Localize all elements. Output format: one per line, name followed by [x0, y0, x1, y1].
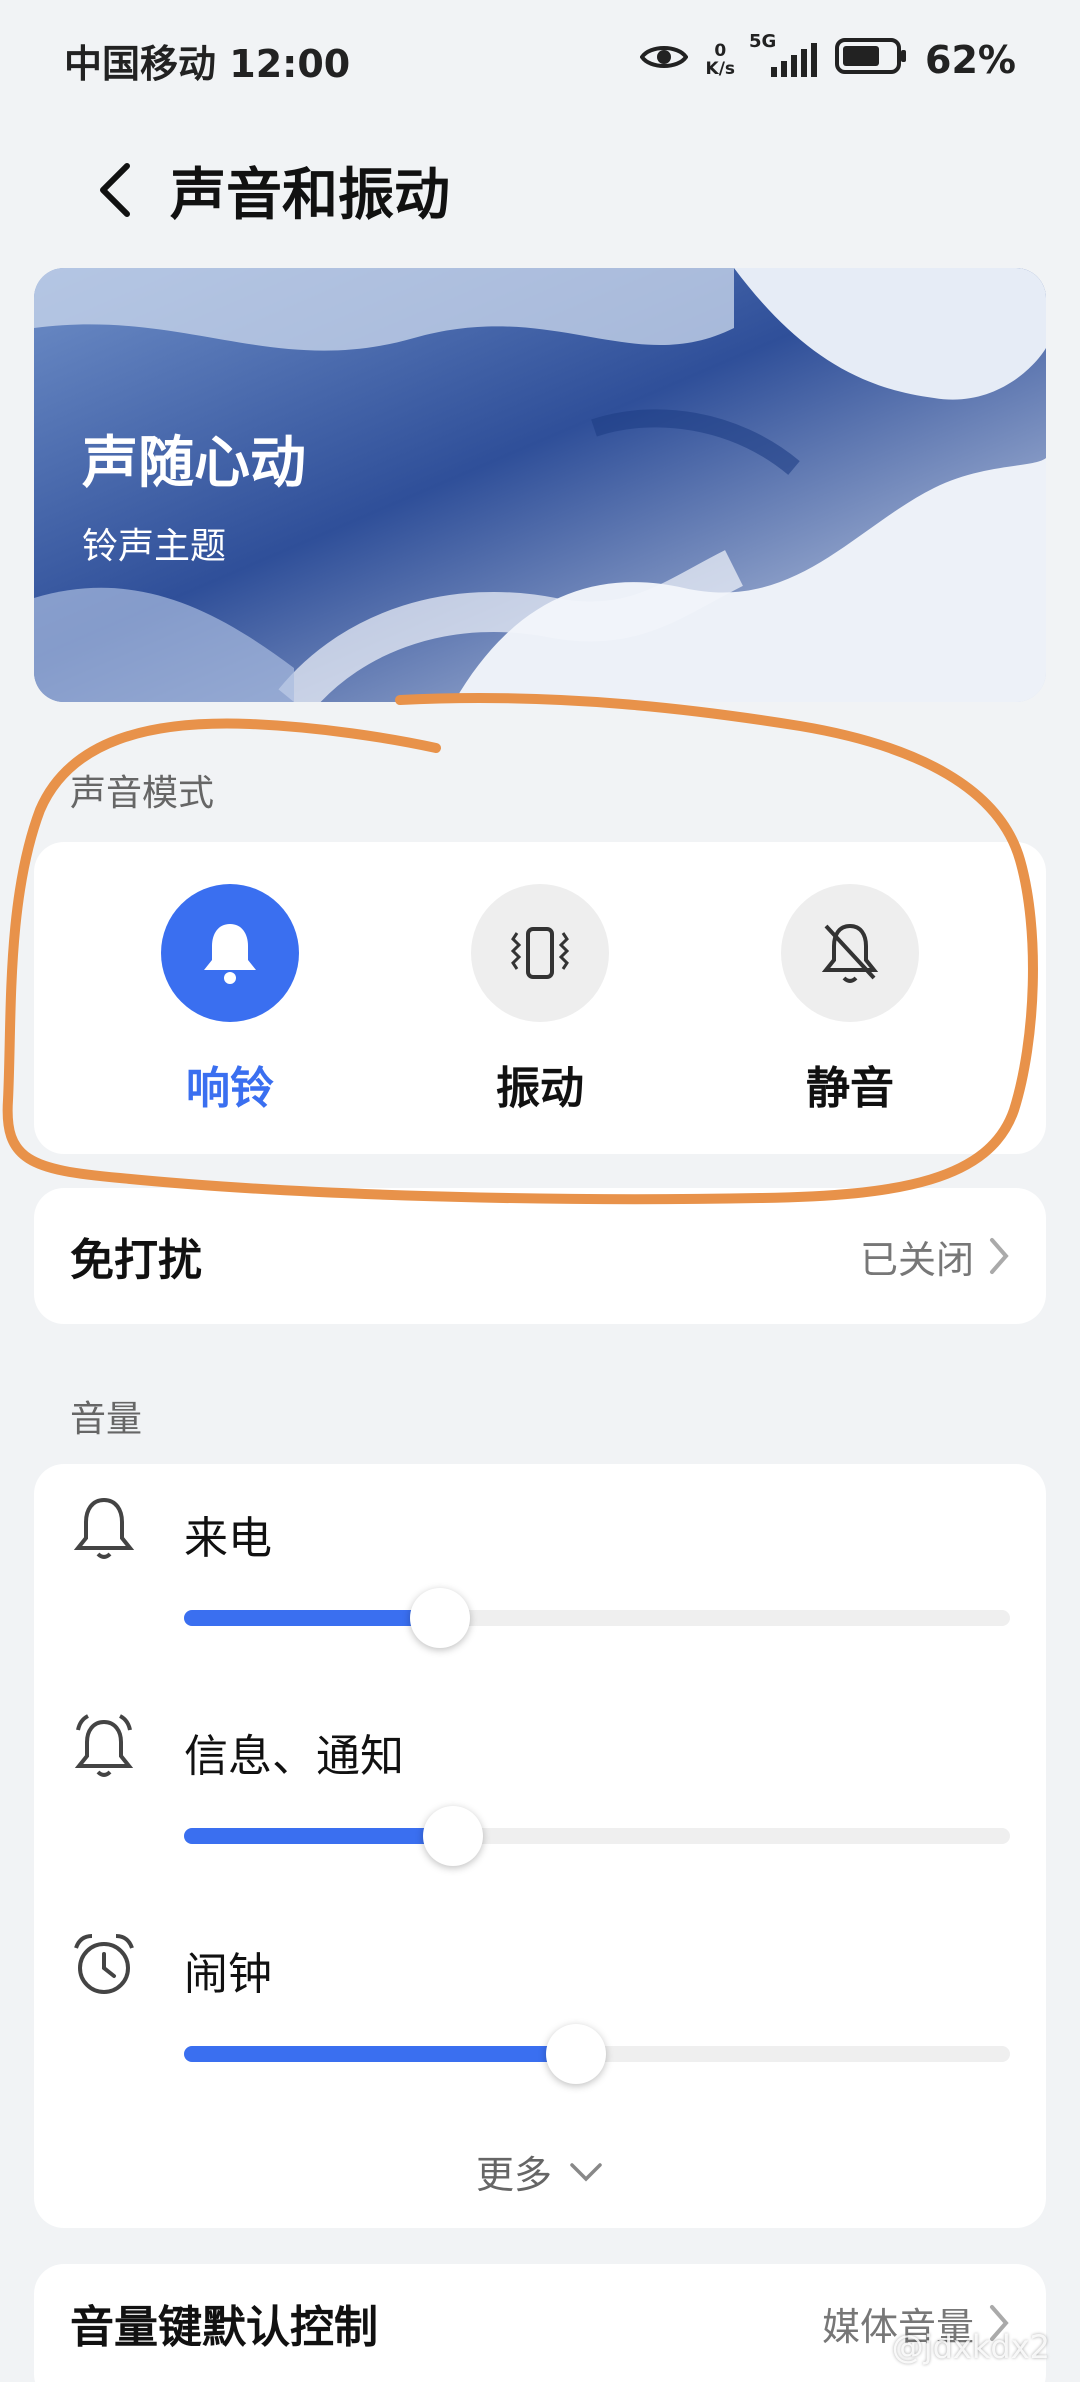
- ringtone-theme-banner[interactable]: 声随心动 铃声主题: [34, 268, 1046, 702]
- chevron-down-icon: [570, 2162, 602, 2181]
- slider-fill: [184, 1828, 454, 1844]
- mode-ring-circle: [161, 884, 299, 1022]
- mode-silent[interactable]: 静音: [740, 884, 960, 1116]
- slider-thumb[interactable]: [410, 1588, 471, 1648]
- mode-silent-label: 静音: [806, 1063, 894, 1114]
- more-label: 更多: [475, 2153, 552, 2197]
- volume-label: 信息、通知: [184, 1731, 404, 1782]
- back-button[interactable]: [60, 140, 170, 240]
- network-speed-value: 0: [714, 41, 727, 61]
- volume-card: 来电 信息、通知 闹钟 更多: [34, 1464, 1046, 2228]
- slider-thumb[interactable]: [423, 1806, 484, 1866]
- volume-slider-ringtone[interactable]: [184, 1588, 1010, 1648]
- watermark: @jdxkdx2: [891, 2328, 1050, 2366]
- volume-label: 闹钟: [184, 1949, 272, 2000]
- bell-ringing-icon: [74, 1714, 134, 1777]
- status-bar: 中国移动 12:00 0 K/s 5G 62%: [0, 0, 1080, 120]
- volume-slider-alarm[interactable]: [184, 2024, 1010, 2084]
- mode-ring[interactable]: 响铃: [120, 884, 340, 1116]
- banner-subtitle: 铃声主题: [82, 526, 227, 567]
- volume-row-alarm: 闹钟: [34, 1900, 1046, 2100]
- mode-silent-circle: [781, 884, 919, 1022]
- sound-mode-card: 响铃 振动 静音: [34, 842, 1046, 1154]
- network-speed-unit: K/s: [705, 59, 736, 79]
- clock: 12:00: [229, 41, 351, 86]
- alarm-clock-icon: [74, 1934, 134, 1994]
- title-bar: 声音和振动: [0, 140, 1080, 240]
- dnd-value: 已关闭: [859, 1237, 974, 1282]
- volume-row-ringtone: 来电: [34, 1464, 1046, 1664]
- banner-text: 声随心动 铃声主题: [82, 418, 306, 569]
- bell-outline-icon: [73, 1497, 135, 1559]
- battery-icon: [835, 37, 907, 84]
- slider-fill: [184, 1610, 441, 1626]
- volume-section-label: 音量: [70, 1399, 143, 1440]
- volume-slider-notification[interactable]: [184, 1806, 1010, 1866]
- dnd-row[interactable]: 免打扰 已关闭: [34, 1188, 1046, 1324]
- sound-mode-section-label: 声音模式: [70, 773, 215, 814]
- mode-vibrate-label: 振动: [496, 1063, 584, 1114]
- mode-ring-label: 响铃: [186, 1063, 274, 1114]
- volume-label: 来电: [184, 1513, 272, 1564]
- dnd-row-content: 免打扰 已关闭: [34, 1188, 1046, 1324]
- network-speed: 0 K/s: [706, 42, 736, 78]
- vibrate-icon: [510, 927, 570, 979]
- bell-icon: [204, 924, 256, 984]
- page-title: 声音和振动: [170, 162, 450, 228]
- network-type: 5G: [749, 31, 777, 52]
- volume-row-notification: 信息、通知: [34, 1682, 1046, 1882]
- more-toggle[interactable]: 更多: [34, 2144, 1046, 2199]
- slider-thumb[interactable]: [546, 2024, 607, 2084]
- volume-key-label: 音量键默认控制: [70, 2302, 378, 2353]
- signal-icon: 5G: [749, 31, 818, 77]
- slider-fill: [184, 2046, 577, 2062]
- carrier-label: 中国移动: [64, 41, 217, 86]
- dnd-right: 已关闭: [860, 1229, 1010, 1284]
- eye-icon: [639, 38, 688, 82]
- dnd-label: 免打扰: [70, 1235, 202, 1286]
- chevron-left-icon: [100, 163, 130, 217]
- banner-title: 声随心动: [82, 431, 306, 496]
- bell-off-icon: [821, 923, 879, 983]
- mode-vibrate-circle: [471, 884, 609, 1022]
- mode-vibrate[interactable]: 振动: [430, 884, 650, 1116]
- chevron-right-icon: [990, 1238, 1009, 1274]
- status-left: 中国移动 12:00: [64, 33, 350, 88]
- battery-percent: 62%: [925, 38, 1016, 82]
- status-right: 0 K/s 5G 62%: [639, 31, 1016, 84]
